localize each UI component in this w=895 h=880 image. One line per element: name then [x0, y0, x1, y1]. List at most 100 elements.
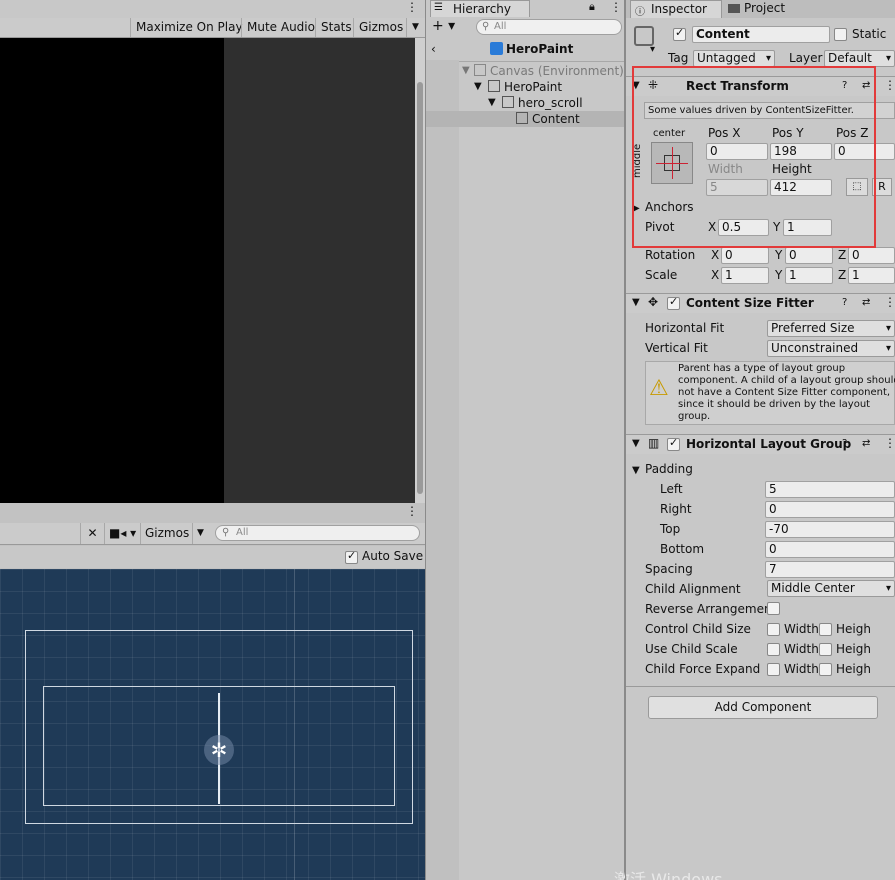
expand-height-checkbox[interactable] [819, 663, 832, 676]
scrollbar-thumb[interactable] [417, 82, 423, 494]
hierarchy-menu-dots[interactable]: ⋮ [610, 0, 622, 14]
use-child-scale-label: Use Child Scale [645, 642, 738, 656]
vertical-fit-dropdown[interactable]: Unconstrained [767, 340, 895, 357]
scene-search-input[interactable]: ⚲ All [215, 525, 420, 541]
hierarchy-search-input[interactable]: ⚲ All [476, 19, 622, 35]
scene-gizmos-button[interactable]: Gizmos [140, 523, 193, 544]
scale-x-field[interactable]: 1 [721, 267, 769, 284]
tools-icon[interactable]: ✕ [80, 523, 104, 544]
scene-gizmos-dropdown-icon[interactable]: ▼ [192, 523, 208, 544]
scene-menu-dots[interactable]: ⋮ [406, 504, 418, 518]
expand-arrow-icon[interactable]: ▼ [462, 63, 470, 79]
create-plus-icon[interactable]: + ▾ [432, 18, 455, 34]
static-checkbox[interactable] [834, 28, 847, 41]
expand-arrow-icon[interactable]: ▼ [488, 95, 496, 111]
scene-canvas[interactable]: ✲ [0, 569, 425, 880]
hierarchy-row-canvas[interactable]: ▼ Canvas (Environment) [426, 63, 624, 79]
game-render-area[interactable] [0, 38, 224, 503]
collapse-arrow-icon[interactable]: ▼ [632, 297, 640, 308]
layer-dropdown[interactable]: Default [824, 50, 895, 67]
component-menu-dots[interactable]: ⋮ [884, 78, 895, 92]
spacing-field[interactable]: 7 [765, 561, 895, 578]
gameobject-cube-icon[interactable] [634, 26, 654, 46]
active-checkbox[interactable] [673, 26, 686, 41]
info-icon: ⓘ [635, 7, 645, 18]
component-menu-dots[interactable]: ⋮ [884, 295, 895, 309]
tab-inspector[interactable]: ⓘ Inspector [630, 0, 722, 18]
static-label: Static [852, 27, 887, 41]
auto-save-checkbox[interactable] [345, 549, 358, 564]
back-chevron-icon[interactable]: ‹ [431, 42, 436, 56]
content-size-fitter-enabled-checkbox[interactable] [667, 295, 680, 310]
expand-width-checkbox[interactable] [767, 663, 780, 676]
padding-left-field[interactable]: 5 [765, 481, 895, 498]
component-menu-dots[interactable]: ⋮ [884, 436, 895, 450]
icon-dropdown-icon[interactable]: ▾ [650, 44, 655, 55]
prefab-title: HeroPaint [506, 42, 574, 56]
help-icon[interactable]: ? [842, 438, 847, 449]
scale-height-checkbox[interactable] [819, 643, 832, 656]
content-size-fitter-header[interactable]: ▼ ✥ Content Size Fitter ? ⇄ ⋮ [626, 293, 895, 313]
padding-top-label: Top [660, 522, 681, 536]
padding-bottom-field[interactable]: 0 [765, 541, 895, 558]
rotation-x-axis[interactable]: X [711, 248, 719, 262]
gizmos-dropdown-icon[interactable]: ▼ [406, 18, 424, 37]
scene-options-bar: Auto Save [0, 546, 425, 568]
horizontal-fit-dropdown[interactable]: Preferred Size [767, 320, 895, 337]
layout-warning-box: ⚠ Parent has a type of layout group comp… [645, 361, 895, 425]
object-name-input[interactable]: Content [692, 26, 830, 43]
layout-group-enabled-checkbox[interactable] [667, 436, 680, 451]
scale-x-axis[interactable]: X [711, 268, 719, 282]
game-menu-dots[interactable]: ⋮ [406, 0, 418, 14]
control-width-checkbox[interactable] [767, 623, 780, 636]
project-tab-label: Project [744, 1, 786, 15]
reverse-arrangement-checkbox[interactable] [767, 602, 780, 615]
scale-width-checkbox[interactable] [767, 643, 780, 656]
scale-y-axis[interactable]: Y [775, 268, 782, 282]
horizontal-layout-group-header[interactable]: ▼ ▥ Horizontal Layout Group ? ⇄ ⋮ [626, 434, 895, 454]
expand-height-label: Heigh [836, 662, 871, 676]
scale-z-field[interactable]: 1 [848, 267, 895, 284]
hierarchy-row-heropaint[interactable]: ▼ HeroPaint [426, 79, 624, 95]
tab-project[interactable]: Project [724, 0, 816, 18]
hierarchy-row-label: Canvas (Environment) [490, 64, 624, 78]
panel-divider[interactable] [625, 0, 626, 880]
collapse-arrow-icon[interactable]: ▼ [632, 438, 640, 449]
preset-icon[interactable]: ⇄ [862, 438, 870, 449]
game-vertical-scrollbar[interactable] [415, 38, 425, 503]
scale-z-axis[interactable]: Z [838, 268, 846, 282]
rotation-y-field[interactable]: 0 [785, 247, 833, 264]
tab-hierarchy[interactable]: ☰ Hierarchy [430, 0, 530, 17]
padding-expand-arrow-icon[interactable]: ▼ [632, 465, 640, 476]
child-alignment-dropdown[interactable]: Middle Center [767, 580, 895, 597]
padding-label: Padding [645, 462, 693, 476]
vertical-fit-label: Vertical Fit [645, 341, 708, 355]
help-icon[interactable]: ? [842, 297, 847, 308]
padding-top-field[interactable]: -70 [765, 521, 895, 538]
hierarchy-row-content-selected[interactable]: Content [426, 111, 624, 127]
rotation-x-field[interactable]: 0 [721, 247, 769, 264]
search-icon: ⚲ [482, 21, 490, 32]
hierarchy-panel: ☰ Hierarchy 🔒︎ ⋮ + ▾ ⚲ All ‹ HeroPaint ▼… [425, 0, 625, 880]
rotation-y-axis[interactable]: Y [775, 248, 782, 262]
add-component-button[interactable]: Add Component [648, 696, 878, 719]
preset-icon[interactable]: ⇄ [862, 297, 870, 308]
mute-audio-button[interactable]: Mute Audio [241, 18, 320, 37]
rotation-z-axis[interactable]: Z [838, 248, 846, 262]
gizmos-button[interactable]: Gizmos [353, 18, 408, 37]
tag-dropdown[interactable]: Untagged [693, 50, 775, 67]
hierarchy-row-hero-scroll[interactable]: ▼ hero_scroll [426, 95, 624, 111]
expand-arrow-icon[interactable]: ▼ [474, 79, 482, 95]
control-height-checkbox[interactable] [819, 623, 832, 636]
scale-y-field[interactable]: 1 [785, 267, 833, 284]
rotation-z-field[interactable]: 0 [848, 247, 895, 264]
layout-group-icon: ▥ [648, 436, 660, 450]
pivot-handle-icon[interactable]: ✲ [204, 735, 234, 765]
padding-right-field[interactable]: 0 [765, 501, 895, 518]
camera-icon[interactable]: ■◂ ▾ [104, 523, 140, 544]
spacing-label: Spacing [645, 562, 693, 576]
lock-icon[interactable]: 🔒︎ [589, 0, 595, 14]
maximize-on-play-button[interactable]: Maximize On Play [130, 18, 248, 37]
search-icon: ⚲ [222, 527, 230, 538]
stats-button[interactable]: Stats [315, 18, 357, 37]
